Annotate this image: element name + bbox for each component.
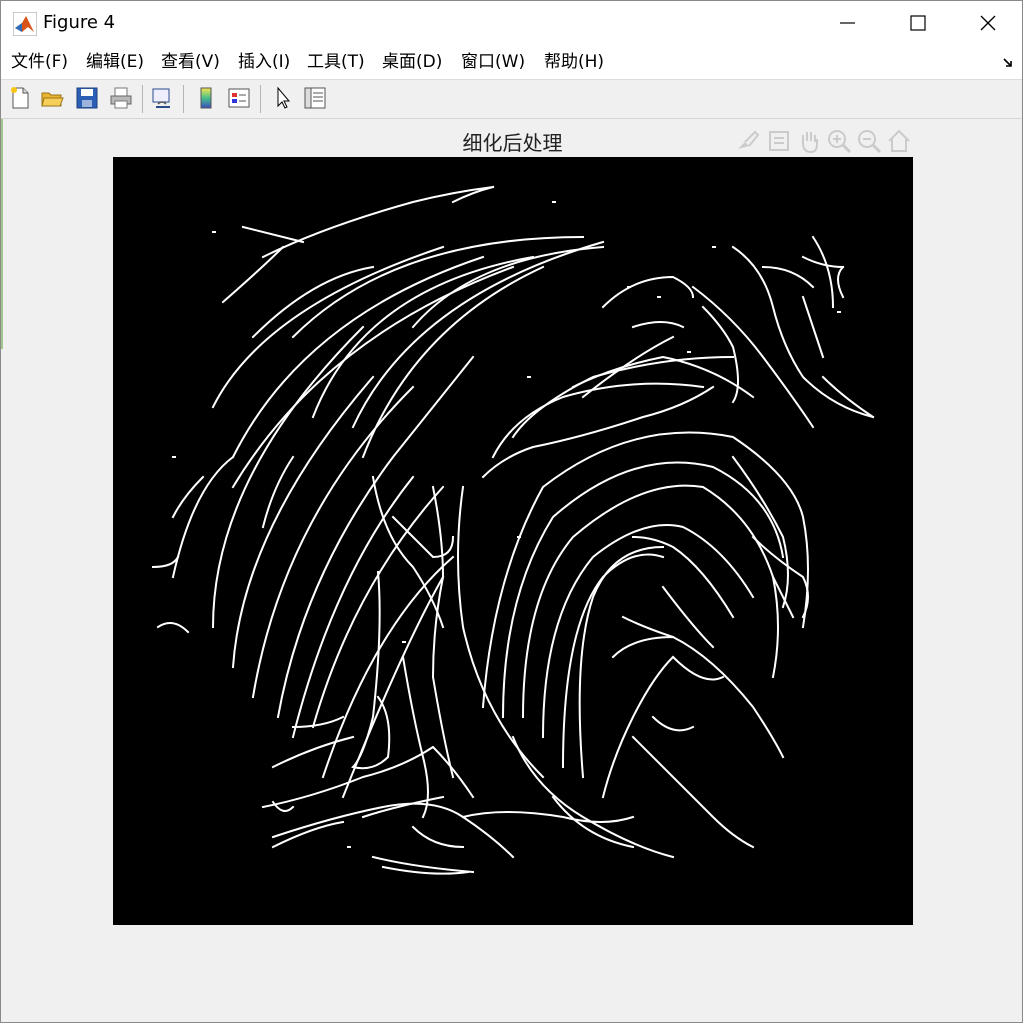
toolbar-separator bbox=[260, 85, 261, 113]
new-figure-icon bbox=[11, 87, 29, 109]
close-icon bbox=[980, 15, 996, 31]
print-button[interactable] bbox=[107, 84, 135, 112]
menu-file[interactable]: 文件(F) bbox=[11, 51, 68, 73]
insert-colorbar-icon bbox=[200, 87, 212, 109]
figure-toolbar bbox=[1, 80, 1022, 119]
menu-desktop[interactable]: 桌面(D) bbox=[382, 51, 442, 73]
menu-tools[interactable]: 工具(T) bbox=[307, 51, 365, 73]
minimize-icon bbox=[840, 22, 855, 24]
pan-hand-icon[interactable] bbox=[795, 127, 823, 155]
menu-insert[interactable]: 插入(I) bbox=[238, 51, 290, 73]
edit-plot-pointer-icon bbox=[277, 86, 291, 109]
menu-edit[interactable]: 编辑(E) bbox=[86, 51, 144, 73]
minimize-button[interactable] bbox=[813, 1, 883, 45]
maximize-button[interactable] bbox=[883, 1, 953, 45]
toolbar-separator bbox=[142, 85, 143, 113]
edit-plot-button[interactable] bbox=[268, 84, 296, 112]
property-inspector-icon bbox=[304, 87, 326, 109]
home-icon[interactable] bbox=[885, 127, 913, 155]
link-plot-button[interactable] bbox=[148, 84, 176, 112]
axes-toolbar[interactable] bbox=[733, 127, 913, 155]
window-title: Figure 4 bbox=[43, 12, 116, 33]
close-button[interactable] bbox=[953, 1, 1022, 45]
property-inspector-button[interactable] bbox=[301, 84, 329, 112]
link-plot-icon bbox=[152, 88, 170, 108]
menu-help[interactable]: 帮助(H) bbox=[544, 51, 604, 73]
insert-colorbar-button[interactable] bbox=[192, 84, 220, 112]
insert-legend-button[interactable] bbox=[225, 84, 253, 112]
title-bar[interactable]: Figure 4 bbox=[1, 1, 1022, 45]
insert-legend-icon bbox=[228, 88, 250, 108]
menu-window[interactable]: 窗口(W) bbox=[461, 51, 525, 73]
thinned-fingerprint-image bbox=[113, 157, 913, 925]
menu-view[interactable]: 查看(V) bbox=[161, 51, 220, 73]
data-tips-icon[interactable] bbox=[765, 127, 793, 155]
open-file-icon bbox=[41, 92, 64, 107]
zoom-out-icon[interactable] bbox=[855, 127, 883, 155]
save-icon bbox=[76, 87, 98, 109]
toolbar-separator bbox=[183, 85, 184, 113]
dock-arrow-icon[interactable] bbox=[1002, 57, 1014, 69]
open-file-button[interactable] bbox=[38, 84, 66, 112]
figure-window: Figure 4 文件(F) 编辑(E) 查看(V) 插入(I) 工具(T) 桌… bbox=[0, 0, 1023, 1023]
brush-icon[interactable] bbox=[733, 127, 761, 155]
menu-bar: 文件(F) 编辑(E) 查看(V) 插入(I) 工具(T) 桌面(D) 窗口(W… bbox=[1, 45, 1022, 80]
fingerprint-ridges bbox=[151, 185, 875, 875]
matlab-logo-icon bbox=[13, 12, 37, 36]
print-icon bbox=[110, 87, 132, 109]
maximize-icon bbox=[910, 15, 926, 31]
new-figure-button[interactable] bbox=[6, 84, 34, 112]
zoom-in-icon[interactable] bbox=[825, 127, 853, 155]
save-button[interactable] bbox=[73, 84, 101, 112]
